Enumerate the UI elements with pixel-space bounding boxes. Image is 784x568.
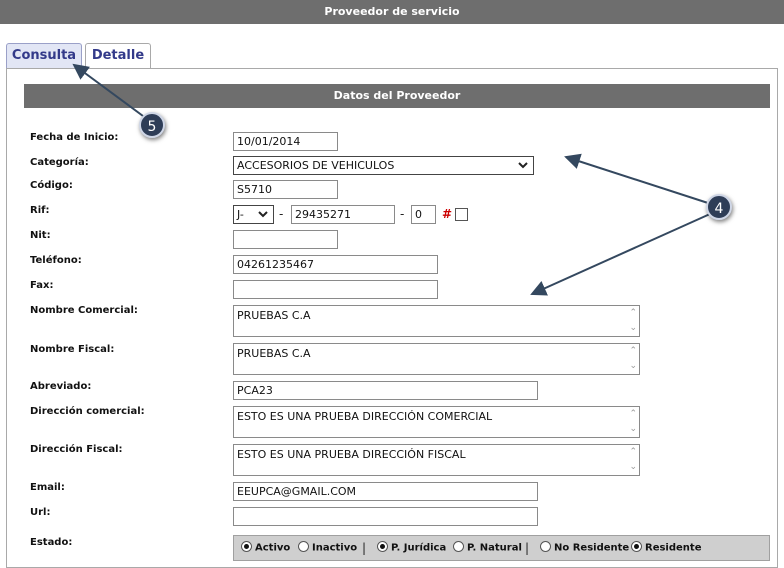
callout-5: 5 [139,112,165,138]
arrow-to-consulta [72,63,144,117]
annotation-arrows [72,63,711,296]
arrow-to-categoria [564,153,709,204]
callout-4: 4 [706,194,732,220]
arrow-to-textarea [530,213,711,296]
